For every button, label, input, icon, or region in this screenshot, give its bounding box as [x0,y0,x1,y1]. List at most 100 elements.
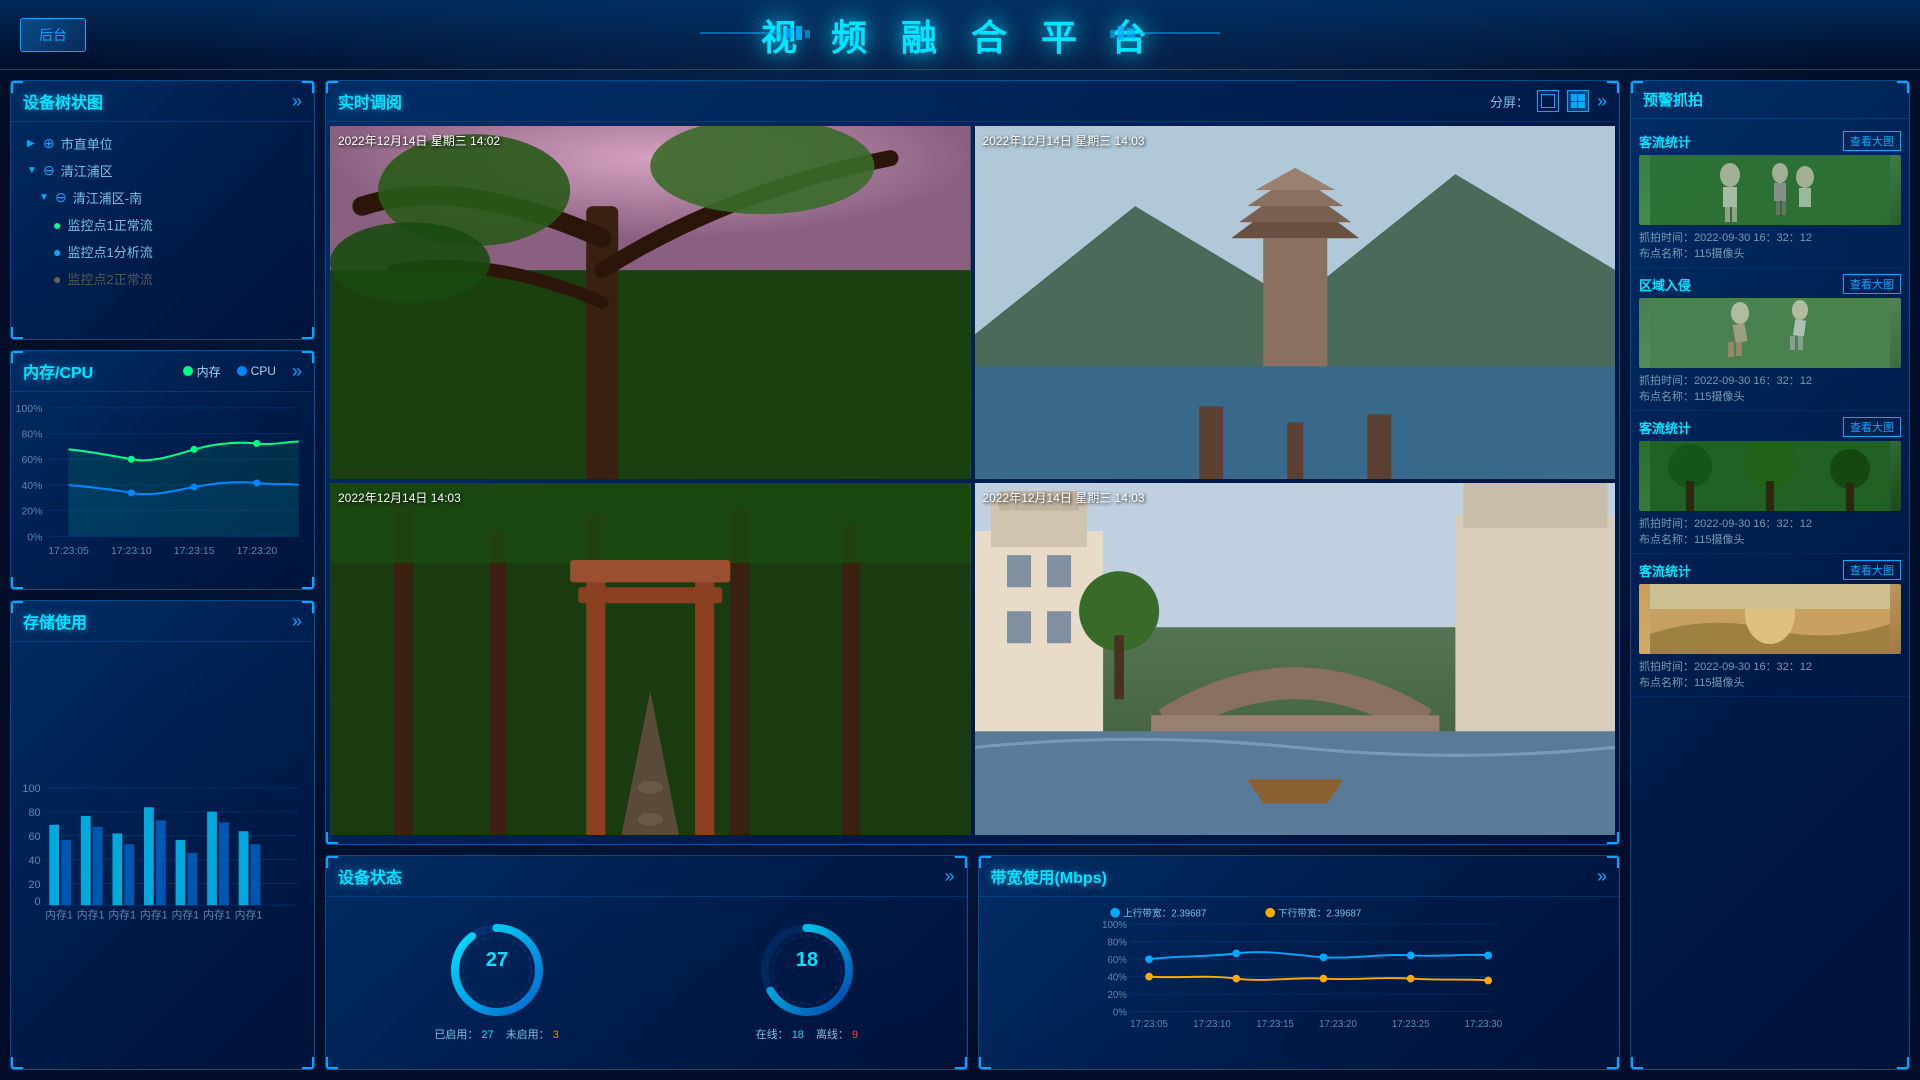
tree-folder-south-icon: ⊖ [55,189,67,206]
video-timestamp-4: 2022年12月14日 星期三 14:03 [983,489,1145,506]
svg-text:60: 60 [28,831,40,843]
bottom-center-row: 设备状态 » [325,855,1620,1070]
svg-text:17:23:30: 17:23:30 [1464,1019,1502,1030]
gauge2-online-label: 在线： 18 [756,1026,804,1042]
legend-dot-green [183,366,193,376]
tree-item-label: 市直单位 [61,134,113,153]
bandwidth-title: 带宽使用(Mbps) [991,864,1107,888]
video-cell-2[interactable]: 2022年12月14日 星期三 14:03 [975,126,1616,479]
svg-text:内存1: 内存1 [140,907,168,921]
tree-arrow-2: ▼ [27,165,37,176]
alerts-panel: 预警抓拍 客流统计 查看大图 [1630,80,1910,1070]
gauge1-svg: 27 [447,920,547,1020]
video-timestamp-3: 2022年12月14日 14:03 [338,489,461,506]
cpu-mem-more[interactable]: » [292,361,302,382]
svg-text:60%: 60% [21,455,42,466]
alert-3-view-btn[interactable]: 查看大图 [1843,417,1901,437]
split-4-button[interactable] [1567,90,1589,112]
svg-text:80%: 80% [1107,938,1127,949]
gauge1-enabled-label: 已启用： 27 [434,1026,493,1042]
tree-item-qingjiangpu[interactable]: ▼ ⊖ 清江浦区 [17,157,308,184]
back-button[interactable]: 后台 [20,18,86,52]
svg-text:17:23:10: 17:23:10 [1193,1019,1231,1030]
alert-3-time: 抓拍时间：2022-09-30 16：32：12 [1639,515,1901,531]
video-cell-3[interactable]: 2022年12月14日 14:03 [330,483,971,836]
storage-panel: 存储使用 » 100 80 60 40 20 0 [10,600,315,1070]
svg-text:20%: 20% [21,507,42,518]
realtime-controls: 分屏： » [1490,90,1607,112]
chart-legend: 内存 CPU » [183,361,302,382]
gauge1-labels: 已启用： 27 未启用： 3 [434,1026,559,1042]
split-1-button[interactable] [1537,90,1559,112]
legend-cpu: CPU [237,361,276,382]
alerts-list: 客流统计 查看大图 [1631,125,1909,1067]
tree-item-city[interactable]: ▶ ⊕ 市直单位 [17,130,308,157]
svg-text:60%: 60% [1107,955,1127,966]
tree-item-cam2-normal[interactable]: ● 监控点2正常流 [17,265,308,292]
alert-4-type: 客流统计 [1639,561,1691,580]
legend-memory: 内存 [183,361,221,382]
alert-1-view-btn[interactable]: 查看大图 [1843,131,1901,151]
svg-text:18: 18 [796,949,818,971]
split-label: 分屏： [1490,92,1529,111]
svg-text:100%: 100% [16,404,43,415]
tree-item-label-3: 清江浦区-南 [73,188,142,207]
bandwidth-content: 上行带宽：2.39687 下行带宽：2.39687 100% [979,897,1620,1064]
alert-item-3: 客流统计 查看大图 [1631,411,1909,554]
storage-more[interactable]: » [292,611,302,632]
tree-item-label-2: 清江浦区 [61,161,113,180]
header: 后台 视 频 融 合 平 台 [0,0,1920,70]
tree-arrow: ▶ [27,138,37,149]
video-cell-4[interactable]: 2022年12月14日 星期三 14:03 [975,483,1616,836]
alert-4-view-btn[interactable]: 查看大图 [1843,560,1901,580]
split-4-icon [1571,94,1585,108]
tree-cam-blue-icon: ● [53,244,61,260]
storage-content: 100 80 60 40 20 0 [11,642,314,1064]
left-column: 设备树状图 » ▶ ⊕ 市直单位 ▼ ⊖ 清江浦区 ▼ [10,80,315,1070]
tree-item-label-4: 监控点1正常流 [67,215,152,234]
realtime-more[interactable]: » [1597,91,1607,112]
video-timestamp-1: 2022年12月14日 星期三 14:02 [338,132,500,149]
alert-item-2: 区域入侵 查看大图 [1631,268,1909,411]
storage-title: 存储使用 [23,609,87,633]
split-4-cell3 [1571,102,1578,109]
device-status-header: 设备状态 » [326,856,967,897]
alert-item-4: 客流统计 查看大图 [1631,554,1909,697]
device-tree-more[interactable]: » [292,91,302,112]
alerts-header: 预警抓拍 [1631,81,1909,119]
svg-text:内存1: 内存1 [77,907,105,921]
device-tree-header: 设备树状图 » [11,81,314,122]
gauge1-container: 27 已启用： 27 未启用： 3 [434,920,559,1042]
device-status-more[interactable]: » [944,866,954,887]
alert-2-view-btn[interactable]: 查看大图 [1843,274,1901,294]
device-status-title: 设备状态 [338,864,402,888]
alert-4-image [1639,584,1901,654]
alert-2-time: 抓拍时间：2022-09-30 16：32：12 [1639,372,1901,388]
realtime-panel: 实时调阅 分屏： [325,80,1620,845]
svg-text:0%: 0% [1112,1007,1126,1018]
alert-1-type: 客流统计 [1639,132,1691,151]
video-cell-1[interactable]: 2022年12月14日 星期三 14:02 [330,126,971,479]
cpu-mem-title: 内存/CPU [23,359,93,383]
svg-text:17:23:05: 17:23:05 [48,546,89,557]
alert-3-image [1639,441,1901,511]
svg-text:内存1: 内存1 [45,907,73,921]
tree-item-cam1-analysis[interactable]: ● 监控点1分析流 [17,238,308,265]
legend-memory-label: 内存 [197,363,221,380]
svg-text:20: 20 [28,879,40,891]
storage-header: 存储使用 » [11,601,314,642]
cpu-mem-header: 内存/CPU 内存 CPU » [11,351,314,392]
svg-text:17:23:05: 17:23:05 [1130,1019,1168,1030]
tree-item-cam1-normal[interactable]: ● 监控点1正常流 [17,211,308,238]
header-deco-left [700,20,820,50]
alert-4-camera: 布点名称：115摄像头 [1639,674,1901,690]
svg-text:80: 80 [28,807,40,819]
bandwidth-more[interactable]: » [1597,866,1607,887]
bandwidth-header: 带宽使用(Mbps) » [979,856,1620,897]
split-4-cell2 [1578,94,1585,101]
video-grid: 2022年12月14日 星期三 14:02 [326,122,1619,839]
center-column: 实时调阅 分屏： [325,80,1620,1070]
svg-text:内存1: 内存1 [203,907,231,921]
alert-2-type: 区域入侵 [1639,275,1691,294]
tree-item-south[interactable]: ▼ ⊖ 清江浦区-南 [17,184,308,211]
